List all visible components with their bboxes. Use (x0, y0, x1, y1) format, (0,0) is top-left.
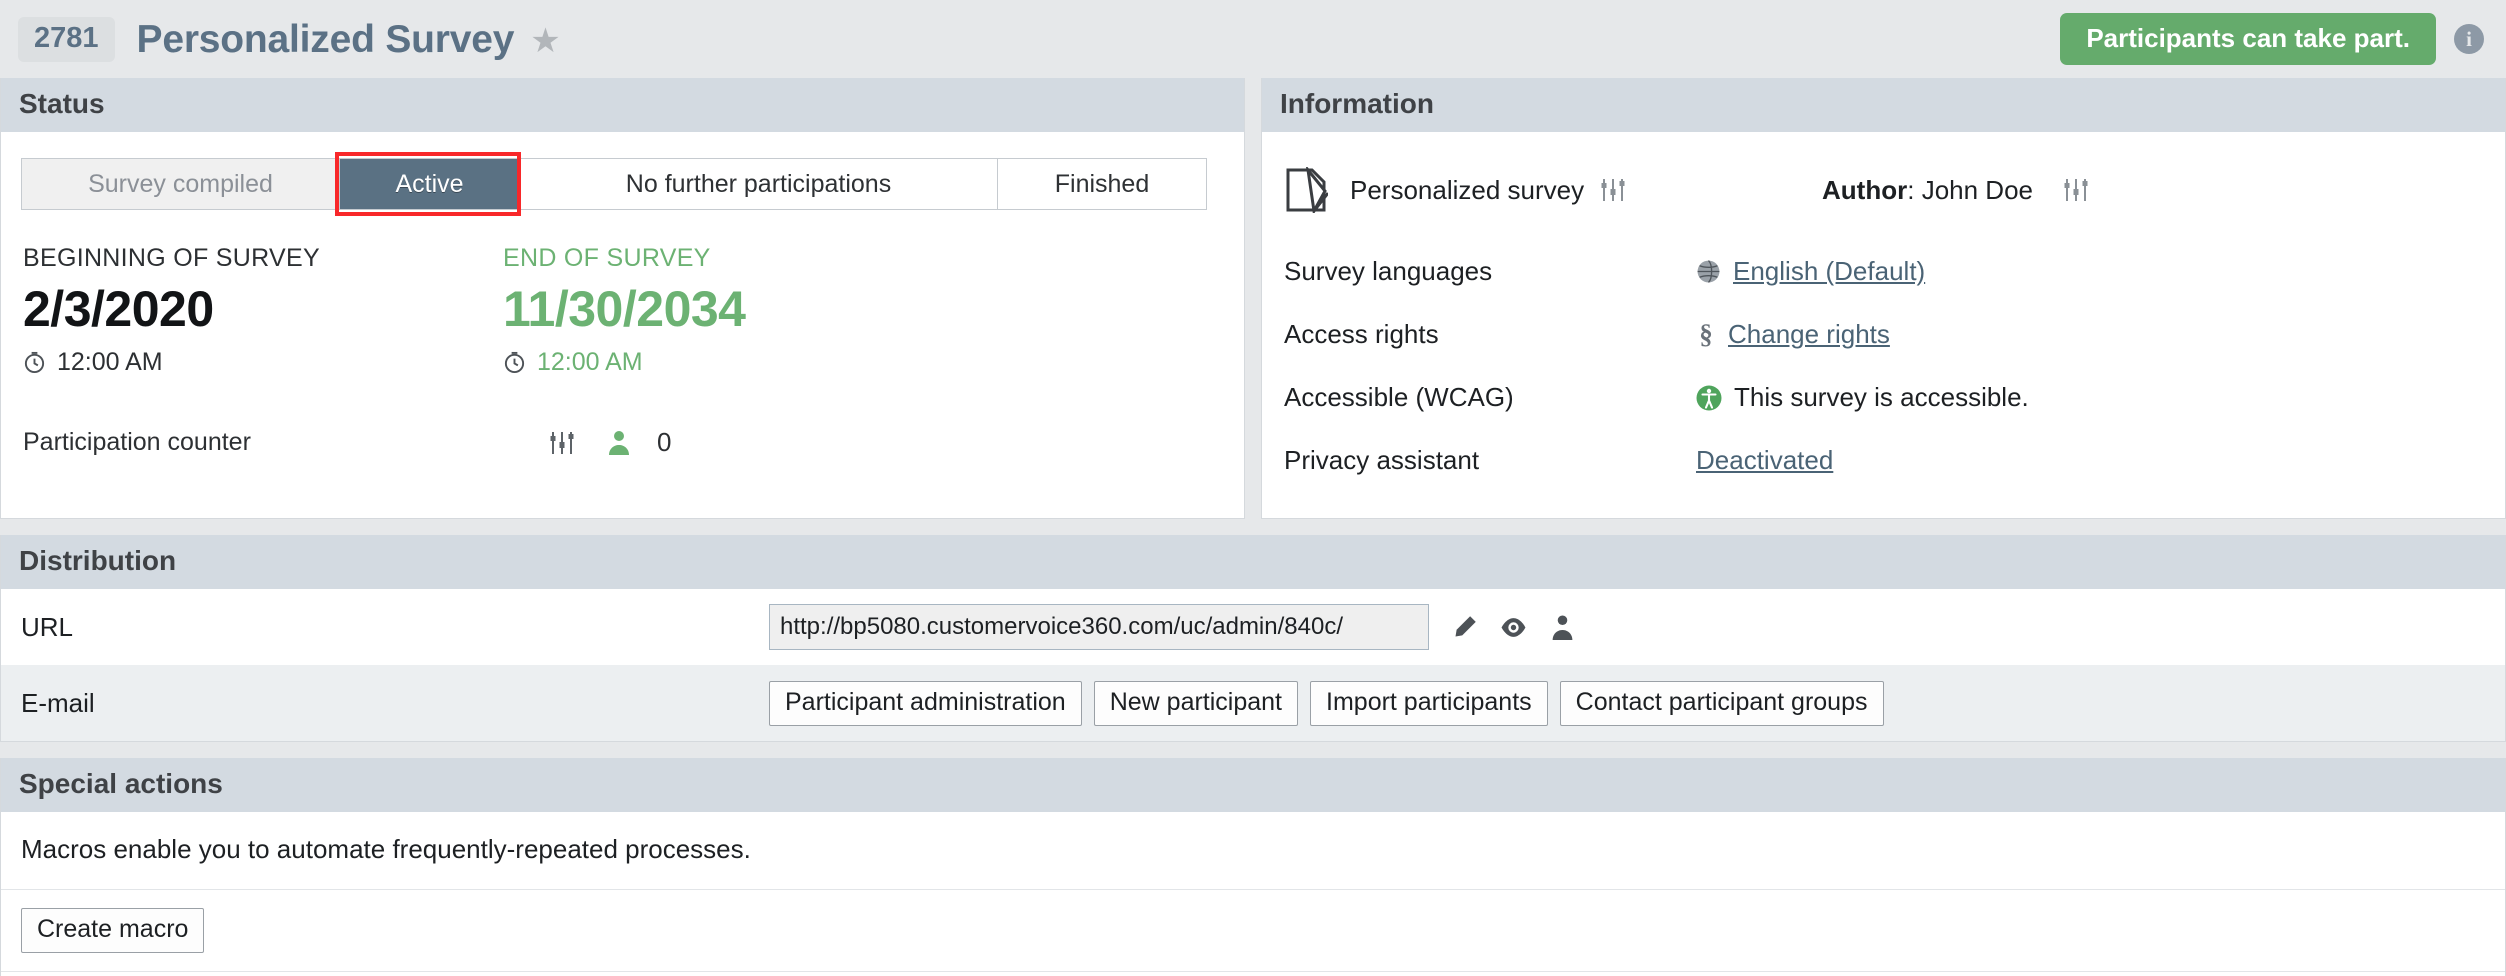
beginning-time: 12:00 AM (57, 347, 163, 376)
info-row-privacy-assistant: Privacy assistant Deactivated (1284, 429, 2487, 492)
create-macro-row: Create macro (1, 890, 2505, 972)
accessible-wcag-text: This survey is accessible. (1734, 382, 2029, 412)
distribution-title: Distribution (1, 535, 2505, 589)
person-icon[interactable] (1549, 614, 1576, 641)
globe-icon (1697, 260, 1720, 283)
status-tabs: Survey compiled Active No further partic… (21, 158, 1207, 210)
import-participants-button[interactable]: Import participants (1310, 680, 1548, 726)
participation-counter-label: Participation counter (23, 428, 251, 456)
participation-count: 0 (657, 427, 672, 457)
spacer (0, 519, 2506, 535)
star-icon[interactable]: ★ (530, 24, 560, 58)
beginning-of-survey: BEGINNING OF SURVEY 2/3/2020 12:00 AM (23, 246, 503, 377)
privacy-assistant-link[interactable]: Deactivated (1696, 445, 1833, 476)
contact-participant-groups-button[interactable]: Contact participant groups (1559, 680, 1884, 726)
email-label: E-mail (21, 687, 95, 718)
email-row: E-mail Participant administration New pa… (1, 665, 2505, 741)
special-actions-title: Special actions (1, 758, 2505, 812)
panels-row: Status Survey compiled Active No further… (0, 78, 2506, 519)
page-header: 2781 Personalized Survey ★ Participants … (0, 0, 2506, 78)
survey-languages-value: English (Default) (1696, 256, 1925, 287)
url-input[interactable] (769, 604, 1429, 650)
survey-dates: BEGINNING OF SURVEY 2/3/2020 12:00 AM EN… (19, 246, 1226, 377)
survey-type-label: Personalized survey (1350, 174, 1585, 205)
sliders-icon[interactable] (1600, 178, 1626, 202)
status-tab-finished[interactable]: Finished (998, 159, 1206, 209)
status-panel-body: Survey compiled Active No further partic… (1, 152, 1244, 499)
clock-icon (504, 351, 525, 373)
accessible-wcag-label: Accessible (WCAG) (1284, 382, 1514, 412)
end-time-group: 12:00 AM (503, 348, 983, 377)
status-badge: Participants can take part. (2060, 13, 2436, 65)
end-time: 12:00 AM (537, 347, 643, 376)
info-row-accessible-wcag: Accessible (WCAG) This survey is accessi… (1284, 366, 2487, 429)
personalized-survey-icon (1286, 167, 1328, 213)
url-action-icons (1451, 614, 1576, 641)
info-row-access-rights: Access rights § Change rights (1284, 303, 2487, 366)
status-tab-active[interactable]: Active (340, 159, 520, 209)
end-of-survey: END OF SURVEY 11/30/2034 12:00 AM (503, 246, 983, 377)
participant-administration-button[interactable]: Participant administration (769, 680, 1082, 726)
info-icon[interactable]: i (2454, 24, 2484, 54)
survey-id-badge: 2781 (18, 16, 115, 62)
pencil-icon[interactable] (1451, 614, 1478, 641)
access-rights-value: § Change rights (1696, 319, 1890, 350)
header-right-group: Participants can take part. i (2060, 13, 2484, 65)
beginning-label: BEGINNING OF SURVEY (23, 244, 320, 272)
new-participant-button[interactable]: New participant (1093, 680, 1299, 726)
create-macro-button[interactable]: Create macro (21, 908, 205, 953)
sliders-icon[interactable] (2063, 178, 2089, 202)
privacy-assistant-label: Privacy assistant (1284, 445, 1480, 475)
accessible-wcag-value: This survey is accessible. (1696, 382, 2029, 413)
participation-counter-row: Participation counter 0 (19, 421, 1226, 465)
author-row: Author: John Doe (1822, 175, 2487, 206)
special-actions-description: Macros enable you to automate frequently… (1, 812, 2505, 890)
information-panel: Information Personalized survey Author: … (1261, 78, 2506, 519)
execute-macro-row: Execute automation macro Test ▲▼ (1, 972, 2505, 976)
url-label: URL (21, 611, 74, 642)
page-title: Personalized Survey (136, 17, 515, 61)
end-date: 11/30/2034 (503, 281, 746, 337)
status-panel-title: Status (1, 78, 1244, 132)
info-row-survey-languages: Survey languages English (Default) (1284, 240, 2487, 303)
access-rights-label: Access rights (1284, 319, 1439, 349)
status-panel: Status Survey compiled Active No further… (0, 78, 1245, 519)
survey-type-row: Personalized survey Author: John Doe (1280, 162, 2487, 218)
beginning-time-group: 12:00 AM (23, 348, 503, 377)
author-name: John Doe (1921, 174, 2033, 205)
status-tabs-container: Survey compiled Active No further partic… (21, 152, 1226, 216)
information-panel-title: Information (1262, 78, 2505, 132)
email-buttons: Participant administration New participa… (769, 680, 1884, 726)
sliders-icon[interactable] (549, 431, 575, 455)
beginning-date: 2/3/2020 (23, 281, 214, 337)
status-tab-no-further-participations[interactable]: No further participations (520, 159, 998, 209)
author-label: Author (1822, 174, 1908, 205)
change-rights-link[interactable]: Change rights (1728, 319, 1890, 350)
author-separator: : (1907, 174, 1915, 205)
eye-icon[interactable] (1500, 614, 1527, 641)
status-tab-survey-compiled[interactable]: Survey compiled (22, 159, 340, 209)
survey-languages-label: Survey languages (1284, 256, 1493, 286)
privacy-assistant-value: Deactivated (1696, 445, 1833, 476)
accessibility-icon (1696, 385, 1722, 410)
distribution-section: Distribution URL E-mail Participant admi… (0, 535, 2506, 742)
spacer (0, 742, 2506, 758)
special-actions-section: Special actions Macros enable you to aut… (0, 758, 2506, 976)
participant-icon (609, 430, 629, 455)
information-rows: Survey languages English (Default) Acces… (1280, 240, 2487, 492)
clock-icon (24, 351, 45, 373)
url-row: URL (1, 589, 2505, 665)
information-panel-body: Personalized survey Author: John Doe Sur… (1262, 162, 2505, 518)
end-label: END OF SURVEY (503, 244, 711, 272)
section-sign-icon: § (1699, 319, 1713, 349)
survey-languages-link[interactable]: English (Default) (1733, 256, 1925, 287)
